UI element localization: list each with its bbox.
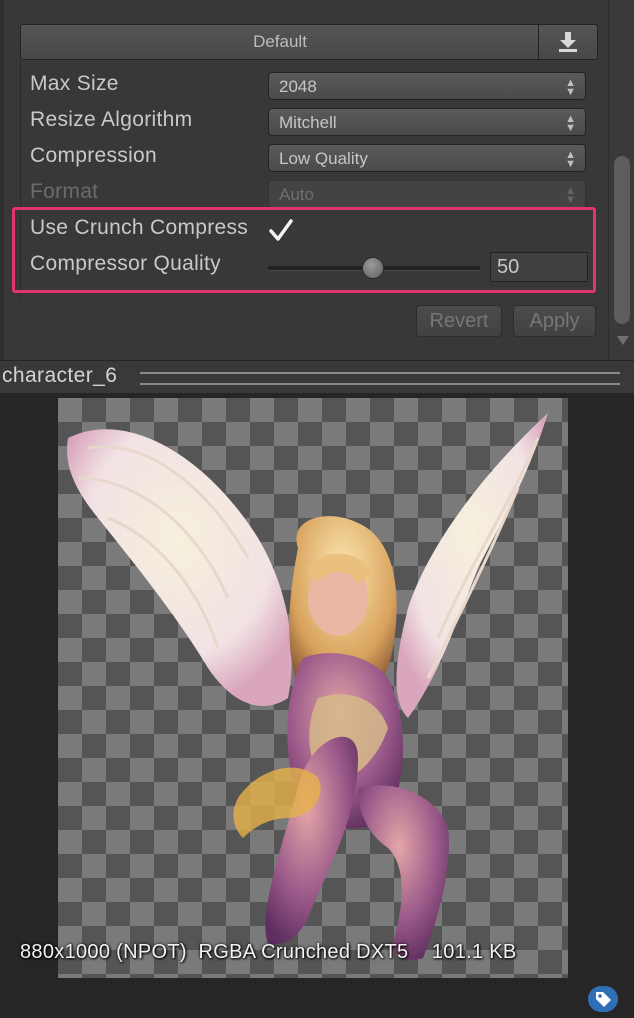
- preview-header[interactable]: character_6: [0, 360, 634, 394]
- updown-arrows-icon: ▲ ▼: [565, 185, 576, 206]
- inspector-scrollbar[interactable]: [608, 0, 634, 360]
- texture-info-text: 880x1000 (NPOT) RGBA Crunched DXT5 101.1…: [20, 941, 517, 963]
- apply-button[interactable]: Apply: [513, 305, 596, 337]
- scrollbar-thumb[interactable]: [614, 156, 630, 324]
- max-size-value: 2048: [279, 77, 317, 96]
- compressor-quality-slider-thumb[interactable]: [362, 257, 384, 279]
- compressor-quality-label: Compressor Quality: [30, 252, 221, 275]
- asset-labels-button[interactable]: [588, 986, 618, 1012]
- panel-edge: [0, 0, 4, 360]
- resize-algorithm-dropdown[interactable]: Mitchell ▲ ▼: [268, 108, 586, 136]
- revert-button[interactable]: Revert: [416, 305, 502, 337]
- max-size-label: Max Size: [30, 72, 119, 95]
- compression-value: Low Quality: [279, 149, 368, 168]
- compressor-quality-field[interactable]: 50: [490, 252, 588, 282]
- download-icon: [559, 32, 577, 52]
- preview-title: character_6: [2, 364, 118, 387]
- updown-arrows-icon: ▲ ▼: [565, 77, 576, 98]
- resize-grip[interactable]: [140, 372, 620, 385]
- use-crunch-label: Use Crunch Compress: [30, 216, 249, 239]
- character-image: [67, 413, 548, 960]
- transparency-checkerboard: [58, 398, 568, 978]
- checkmark-icon: [269, 219, 293, 241]
- tag-icon: [596, 992, 611, 1007]
- format-value: Auto: [279, 185, 314, 204]
- import-settings-panel: Default Max Size 2048 ▲ ▼ Resize Algorith…: [0, 0, 634, 360]
- use-crunch-checkbox[interactable]: [268, 218, 293, 242]
- resize-algorithm-value: Mitchell: [279, 113, 337, 132]
- format-label: Format: [30, 180, 99, 203]
- updown-arrows-icon: ▲ ▼: [565, 113, 576, 134]
- resize-algorithm-label: Resize Algorithm: [30, 108, 193, 131]
- compression-dropdown[interactable]: Low Quality ▲ ▼: [268, 144, 586, 172]
- compression-label: Compression: [30, 144, 158, 167]
- scroll-down-arrow-icon[interactable]: [617, 336, 629, 345]
- platform-tab-download[interactable]: [538, 24, 598, 60]
- platform-tab-default[interactable]: Default: [20, 24, 540, 60]
- max-size-dropdown[interactable]: 2048 ▲ ▼: [268, 72, 586, 100]
- texture-preview: 880x1000 (NPOT) RGBA Crunched DXT5 101.1…: [0, 393, 634, 1018]
- format-dropdown: Auto ▲ ▼: [268, 180, 586, 208]
- updown-arrows-icon: ▲ ▼: [565, 149, 576, 170]
